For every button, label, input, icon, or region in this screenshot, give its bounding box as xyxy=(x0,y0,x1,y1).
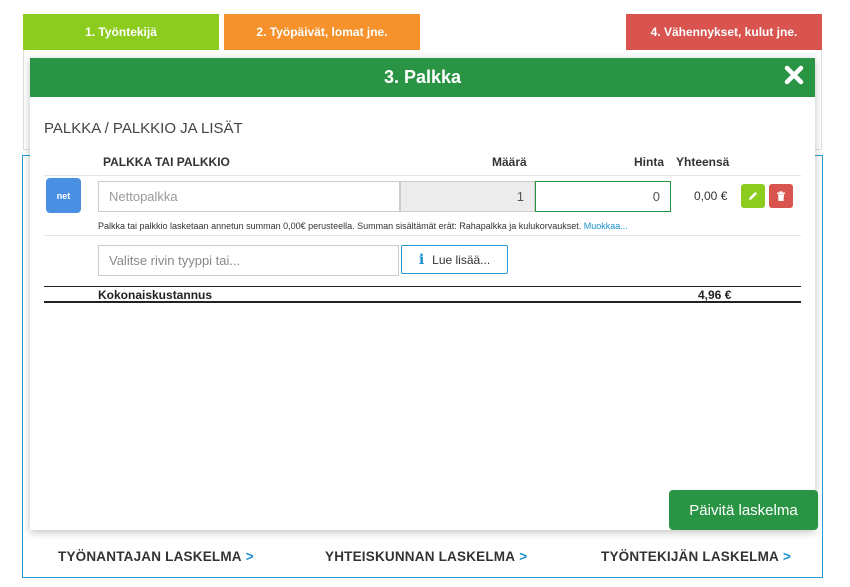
column-header-quantity: Määrä xyxy=(492,155,527,169)
employer-calculation-link[interactable]: TYÖNANTAJAN LASKELMA > xyxy=(58,549,254,564)
pencil-icon[interactable] xyxy=(741,184,765,208)
row-total-value: 0,00 € xyxy=(694,189,728,203)
row-divider xyxy=(44,235,801,236)
chevron-right-icon: > xyxy=(245,549,254,564)
society-calculation-link[interactable]: YHTEISKUNNAN LASKELMA > xyxy=(325,549,527,564)
employer-calculation-label: TYÖNANTAJAN LASKELMA xyxy=(58,549,242,564)
chevron-right-icon: > xyxy=(783,549,792,564)
step-tab-employee[interactable]: 1. Työntekijä xyxy=(23,14,219,50)
row-note-text: Palkka tai palkkio lasketaan annetun sum… xyxy=(98,221,582,231)
price-input[interactable]: 0 xyxy=(535,181,671,212)
section-title: PALKKA / PALKKIO JA LISÄT xyxy=(44,120,243,137)
column-header-total: Yhteensä xyxy=(676,155,730,169)
read-more-label: Lue lisää... xyxy=(432,252,491,267)
row-type-select[interactable]: Valitse rivin tyyppi tai... xyxy=(98,245,399,276)
society-calculation-label: YHTEISKUNNAN LASKELMA xyxy=(325,549,516,564)
column-header-name: PALKKA TAI PALKKIO xyxy=(103,155,230,169)
total-divider-bottom xyxy=(44,301,801,303)
read-more-button[interactable]: i Lue lisää... xyxy=(401,245,508,274)
quantity-input[interactable]: 1 xyxy=(400,181,535,212)
modal-header: 3. Palkka xyxy=(30,58,815,97)
close-icon[interactable] xyxy=(783,64,805,86)
salary-name-input[interactable]: Nettopalkka xyxy=(98,181,400,212)
total-cost-label: Kokonaiskustannus xyxy=(98,288,213,302)
employee-calculation-label: TYÖNTEKIJÄN LASKELMA xyxy=(601,549,780,564)
salary-modal: 3. Palkka PALKKA / PALKKIO JA LISÄT PALK… xyxy=(30,58,818,530)
employee-calculation-link[interactable]: TYÖNTEKIJÄN LASKELMA > xyxy=(601,549,791,564)
header-divider xyxy=(44,175,801,176)
update-calculation-button[interactable]: Päivitä laskelma xyxy=(669,490,818,530)
modal-title: 3. Palkka xyxy=(383,67,462,87)
column-header-price: Hinta xyxy=(634,155,664,169)
row-note: Palkka tai palkkio lasketaan annetun sum… xyxy=(98,221,628,231)
chevron-right-icon: > xyxy=(519,549,528,564)
net-type-badge[interactable]: net xyxy=(46,178,81,213)
total-cost-value: 4,96 € xyxy=(698,288,732,302)
step-tab-workdays[interactable]: 2. Työpäivät, lomat jne. xyxy=(224,14,420,50)
step-tab-deductions[interactable]: 4. Vähennykset, kulut jne. xyxy=(626,14,822,50)
total-divider-top xyxy=(44,286,801,287)
info-icon: i xyxy=(418,251,425,268)
trash-icon[interactable] xyxy=(769,184,793,208)
edit-note-link[interactable]: Muokkaa... xyxy=(584,221,628,231)
